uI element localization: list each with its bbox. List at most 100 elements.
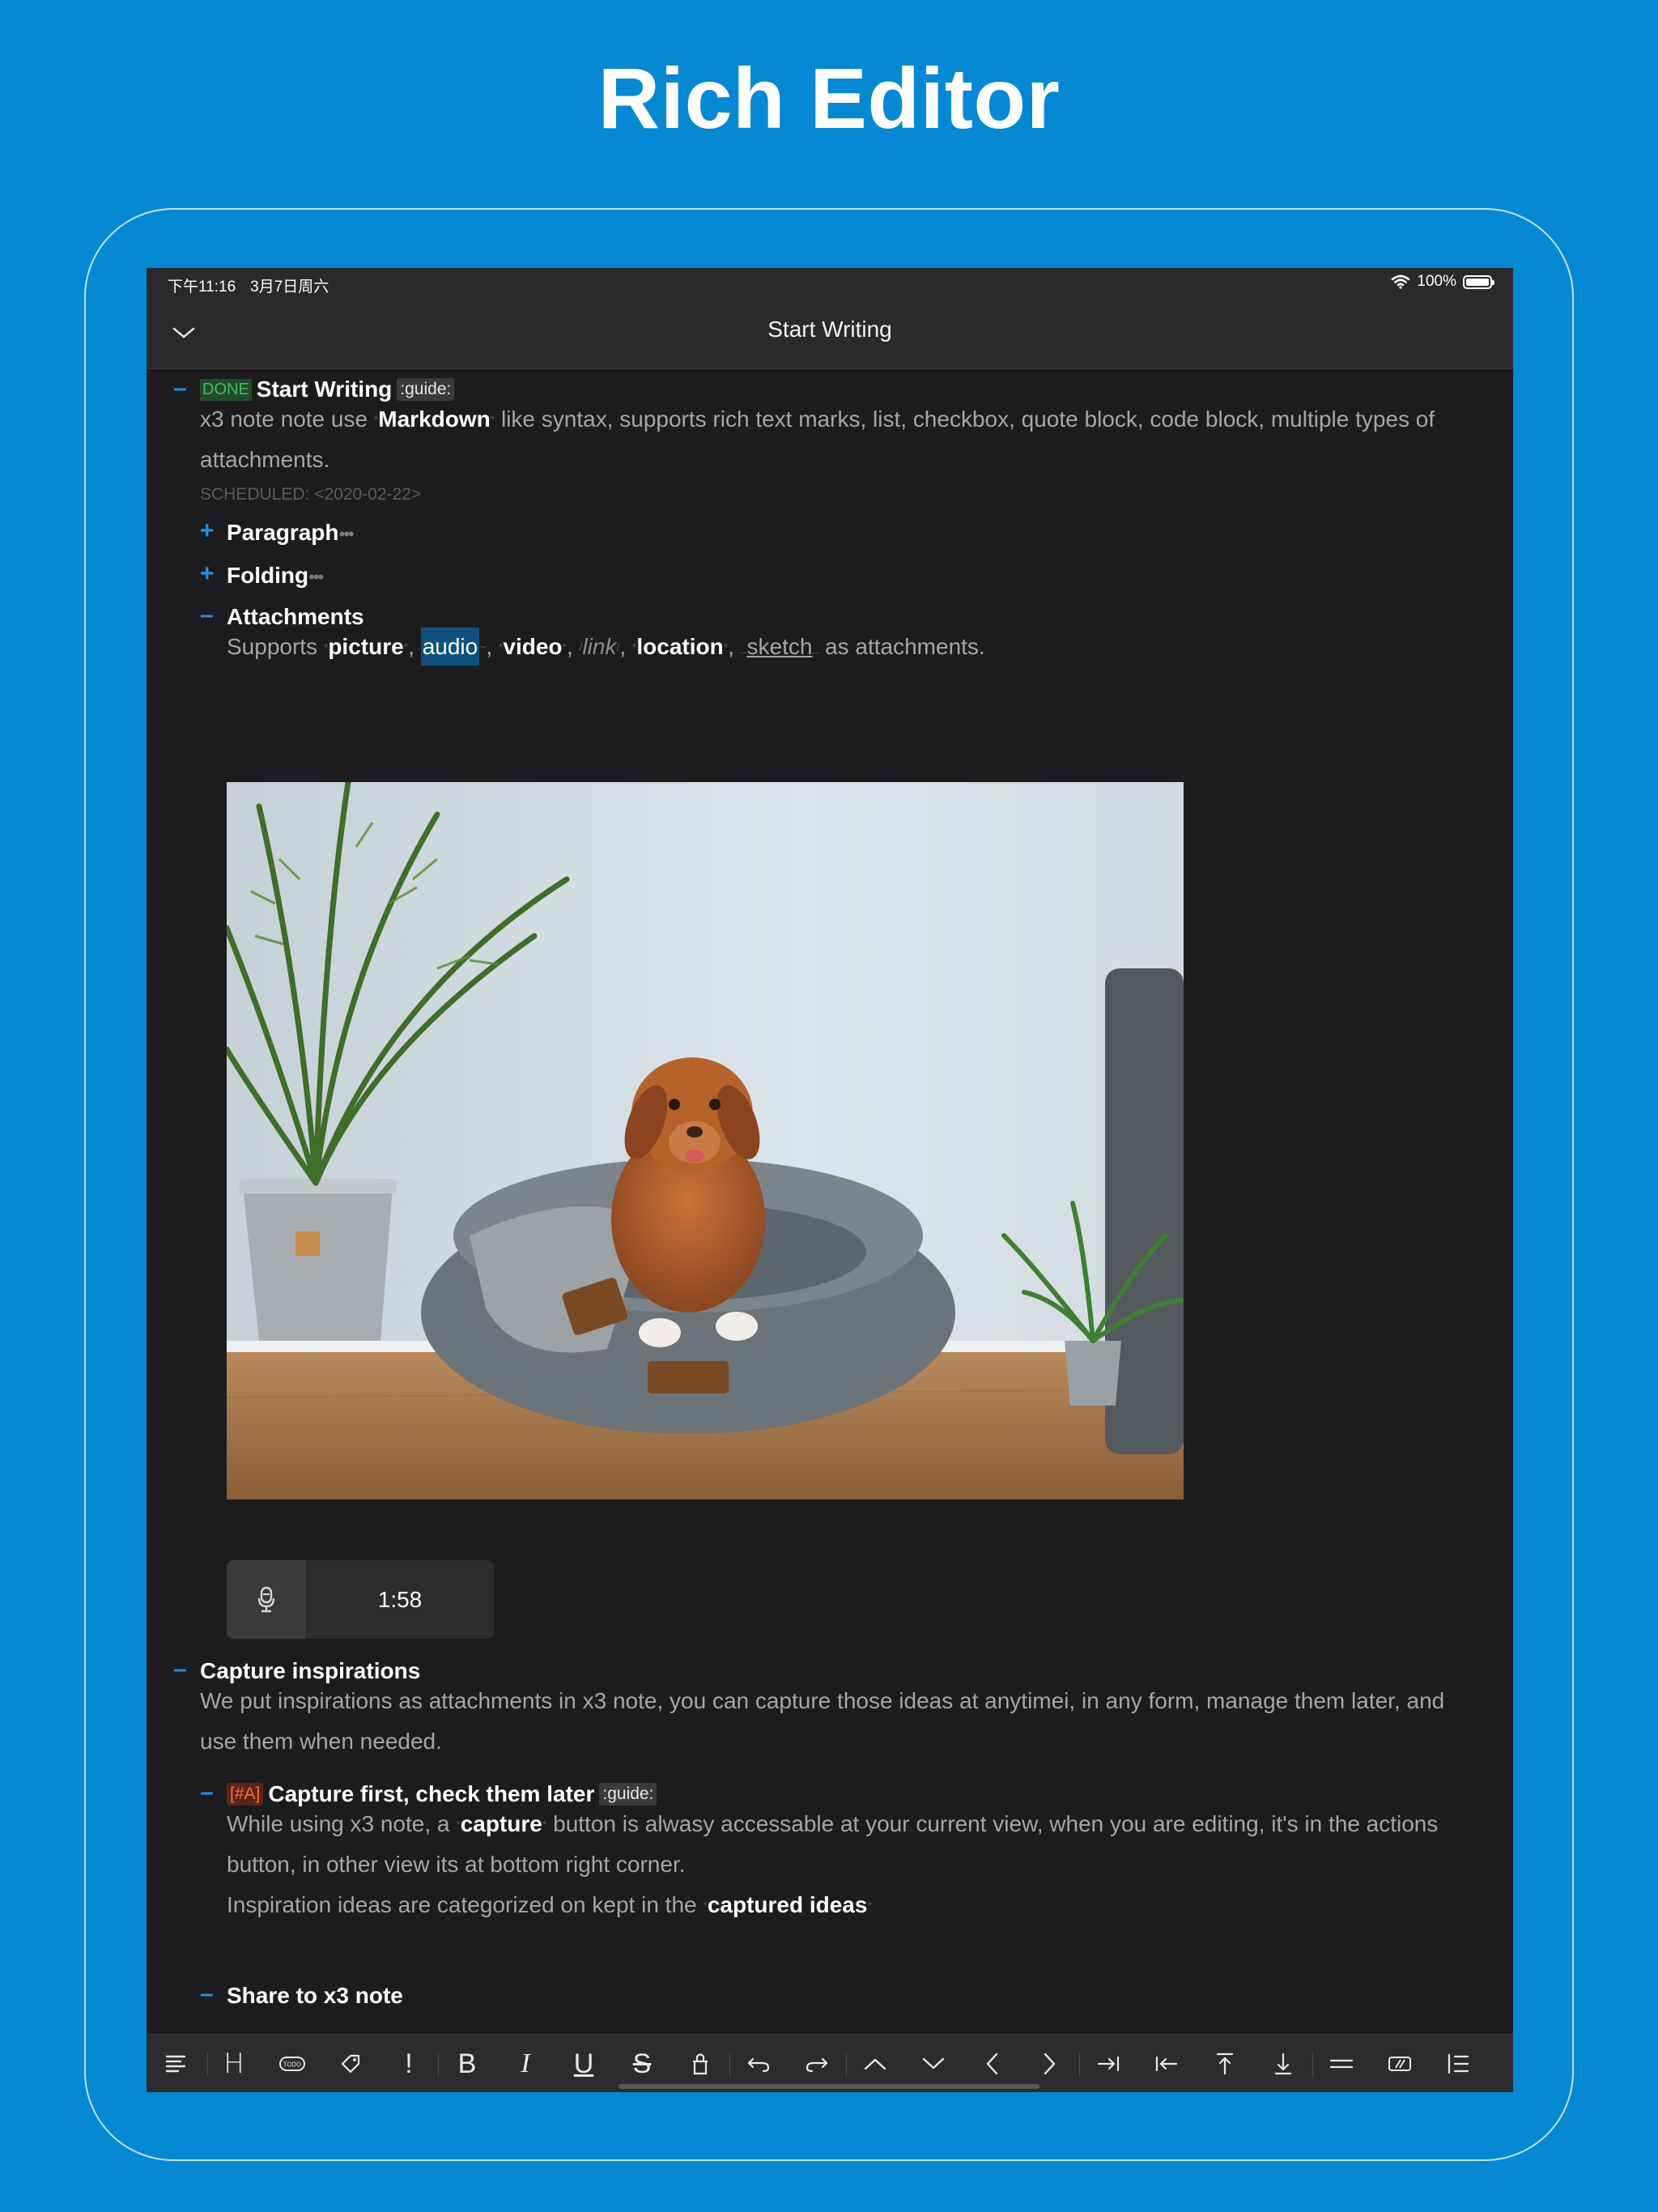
code-block-icon	[1388, 2057, 1411, 2071]
outdent-button[interactable]	[1149, 2046, 1184, 2082]
text-segment: ,	[567, 634, 580, 659]
expand-button[interactable]	[1032, 2046, 1068, 2082]
fold-toggle-share[interactable]: –	[200, 1980, 214, 2008]
bold-text: captured ideas	[707, 1892, 868, 1917]
text-segment: ,	[408, 634, 421, 659]
move-down-icon	[922, 2057, 945, 2069]
folded-ellipsis[interactable]: •••	[339, 524, 355, 544]
code-block-button[interactable]	[1382, 2046, 1418, 2082]
bold-text: capture	[460, 1811, 542, 1836]
undo-button[interactable]	[741, 2046, 776, 2082]
toolbar-scroll-indicator[interactable]	[619, 2084, 1039, 2089]
text-segment: as attachments.	[818, 634, 985, 659]
promo-title: Rich Editor	[597, 51, 1061, 147]
redo-icon	[806, 2057, 828, 2073]
battery-percent: 100%	[1417, 273, 1456, 290]
dog-photo[interactable]	[227, 782, 1184, 1499]
move-up-icon	[864, 2058, 886, 2070]
attachment-picture[interactable]: picture	[328, 634, 403, 659]
tag-chip[interactable]: :guide:	[397, 378, 455, 401]
text-segment: attachments.	[200, 447, 330, 472]
toolbar-divider	[1312, 2052, 1313, 2077]
strikethrough-icon: S	[632, 2048, 652, 2079]
tag-button[interactable]	[333, 2046, 368, 2082]
separator-button[interactable]	[1324, 2046, 1359, 2082]
text-segment: Supports	[227, 634, 324, 659]
text-segment: ,	[619, 634, 632, 659]
status-time: 下午11:16	[168, 279, 236, 296]
expand-toggle-paragraph[interactable]: +	[200, 517, 215, 545]
undo-icon	[747, 2057, 770, 2073]
move-bottom-icon	[1274, 2052, 1292, 2075]
microphone-button[interactable]	[227, 1560, 306, 1639]
battery-level	[1466, 278, 1489, 286]
heading-title: Paragraph	[227, 520, 339, 545]
status-indicators: 100%	[1391, 273, 1494, 291]
status-bar: 下午11:16 3月7日周六 100%	[147, 268, 1513, 297]
audio-attachment[interactable]: 1:58	[227, 1560, 494, 1639]
attachment-button[interactable]	[682, 2046, 718, 2082]
priority-badge[interactable]: [#A]	[227, 1783, 264, 1806]
redo-button[interactable]	[799, 2046, 835, 2082]
bold-text: Markdown	[378, 406, 491, 432]
expand-toggle-folding[interactable]: +	[200, 560, 215, 588]
align-left-button[interactable]	[158, 2046, 193, 2082]
todo-button[interactable]: TODO	[274, 2046, 310, 2082]
attachment-icon	[693, 2053, 708, 2075]
align-left-icon	[165, 2055, 186, 2073]
folded-ellipsis[interactable]: •••	[308, 567, 324, 587]
heading-title: Attachments	[227, 604, 364, 629]
paragraph-attachments[interactable]: Supports *picture*, audio ~, *video*, /li…	[227, 627, 985, 667]
markup-marker: *	[867, 1899, 872, 1912]
audio-duration: 1:58	[377, 1587, 423, 1612]
separator-icon	[1329, 2059, 1354, 2069]
expand-right-icon	[1044, 2052, 1056, 2075]
indent-button[interactable]	[1090, 2046, 1126, 2082]
paragraph-capture-first[interactable]: While using x3 note, a *capture* button …	[227, 1804, 1490, 1925]
text-segment: use them when needed.	[200, 1729, 442, 1754]
heading-button[interactable]: H	[216, 2046, 252, 2082]
heading-folding[interactable]: Folding•••	[227, 563, 324, 589]
toolbar-divider	[846, 2052, 847, 2077]
bold-button[interactable]: B	[449, 2046, 485, 2082]
collapse-button[interactable]	[974, 2046, 1010, 2082]
move-bottom-button[interactable]	[1265, 2046, 1301, 2082]
heading-paragraph[interactable]: Paragraph•••	[227, 520, 355, 546]
underline-button[interactable]: U	[566, 2046, 602, 2082]
move-top-icon	[1216, 2052, 1234, 2075]
italic-button[interactable]: I	[508, 2046, 543, 2082]
move-down-button[interactable]	[916, 2046, 951, 2082]
text-segment: While using x3 note, a	[227, 1811, 457, 1836]
format-toolbar: H TODO ! B I U S	[147, 2034, 1513, 2092]
fold-toggle-capture[interactable]: –	[173, 1656, 187, 1683]
paragraph-intro[interactable]: x3 note note use *Markdown* like syntax,…	[200, 399, 1487, 480]
attachment-location[interactable]: location	[636, 634, 723, 659]
heading-title: Folding	[227, 563, 309, 588]
fold-toggle-capture-first[interactable]: –	[200, 1779, 214, 1806]
move-top-button[interactable]	[1207, 2046, 1243, 2082]
attachment-link[interactable]: link	[582, 634, 616, 659]
priority-button[interactable]: !	[391, 2046, 427, 2082]
attachment-video[interactable]: video	[503, 634, 562, 659]
nav-bar: Start Writing	[147, 297, 1513, 369]
fold-toggle-attachments[interactable]: –	[200, 602, 214, 629]
attachment-audio[interactable]: audio	[420, 627, 480, 666]
text-segment: Inspiration ideas are categorized on kep…	[227, 1892, 704, 1917]
battery-icon	[1463, 274, 1494, 289]
status-datetime: 下午11:16 3月7日周六	[168, 274, 343, 296]
heading-icon: H	[223, 2048, 244, 2080]
fold-toggle-start-writing[interactable]: –	[173, 375, 187, 402]
outdent-icon	[1155, 2056, 1178, 2072]
italic-icon: I	[521, 2048, 530, 2078]
ordered-list-button[interactable]	[1440, 2046, 1476, 2082]
move-up-button[interactable]	[857, 2046, 893, 2082]
paragraph-capture[interactable]: We put inspirations as attachments in x3…	[200, 1681, 1487, 1762]
strikethrough-button[interactable]: S	[624, 2046, 660, 2082]
tag-chip[interactable]: :guide:	[599, 1783, 657, 1806]
text-segment: button is alwasy accessable at your curr…	[546, 1811, 1439, 1836]
heading-title: Share to x3 note	[227, 1983, 403, 2008]
heading-share[interactable]: Share to x3 note	[227, 1983, 403, 2009]
text-segment: like syntax, supports rich text marks, l…	[495, 406, 1435, 432]
done-badge[interactable]: DONE	[200, 379, 252, 401]
attachment-sketch[interactable]: sketch	[747, 634, 813, 659]
